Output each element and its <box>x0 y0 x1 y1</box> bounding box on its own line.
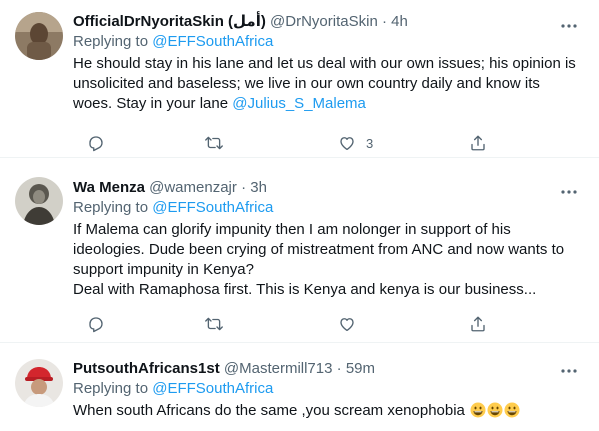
replying-mention-link[interactable]: @EFFSouthAfrica <box>152 380 273 397</box>
more-icon[interactable] <box>559 16 579 36</box>
retweet-icon[interactable] <box>204 315 224 335</box>
reply-icon[interactable] <box>87 315 105 335</box>
replying-to: Replying to @EFFSouthAfrica <box>73 379 585 399</box>
tweet-text-line: unsolicited and baseless; we live in our… <box>73 75 540 92</box>
tweet-text-line: support impunity in Kenya? <box>73 261 254 278</box>
share-icon[interactable] <box>469 315 487 335</box>
replying-label: Replying to <box>73 380 149 397</box>
replying-label: Replying to <box>73 33 149 50</box>
tweet-actions: 3 <box>73 134 533 154</box>
grinning-face-emoji-icon <box>487 402 503 418</box>
replying-to: Replying to @EFFSouthAfrica <box>73 198 585 218</box>
avatar[interactable] <box>15 177 63 225</box>
tweet-text-line: When south Africans do the same ,you scr… <box>73 402 465 419</box>
separator: · <box>241 179 247 196</box>
retweet-icon[interactable] <box>204 134 224 154</box>
more-icon[interactable] <box>559 182 579 202</box>
more-icon[interactable] <box>559 361 579 381</box>
replying-mention-link[interactable]: @EFFSouthAfrica <box>152 199 273 216</box>
grinning-face-emoji-icon <box>470 402 486 418</box>
tweet-text-line: ideologies. Dude been crying of mistreat… <box>73 241 565 258</box>
tweet-text-line: woes. Stay in your lane @Julius_S_Malema <box>73 94 585 114</box>
tweet-text: If Malema can glorify impunity then I am… <box>73 220 585 300</box>
like-count: 3 <box>366 136 374 151</box>
tweet-actions <box>73 315 533 335</box>
timestamp[interactable]: 4h <box>391 13 408 30</box>
tweet-text-fragment: woes. Stay in your lane <box>73 95 233 112</box>
tweet-text: He should stay in his lane and let us de… <box>73 54 585 114</box>
reply-feed: OfficialDrNyoritaSkin (أمل) @DrNyoritaSk… <box>0 0 599 431</box>
replying-label: Replying to <box>73 199 149 216</box>
tweet[interactable]: Wa Menza @wamenzajr · 3h Replying to @EF… <box>0 165 599 343</box>
separator: · <box>381 13 387 30</box>
tweet-text-line: Deal with Ramaphosa first. This is Kenya… <box>73 281 537 298</box>
tweet-text-line: If Malema can glorify impunity then I am… <box>73 221 511 238</box>
grinning-face-emoji-icon <box>504 402 520 418</box>
like-icon[interactable] <box>338 315 356 335</box>
tweet[interactable]: OfficialDrNyoritaSkin (أمل) @DrNyoritaSk… <box>0 0 599 158</box>
display-name[interactable]: OfficialDrNyoritaSkin (أمل) <box>73 13 266 30</box>
mention-link[interactable]: @Julius_S_Malema <box>232 95 366 112</box>
timestamp[interactable]: 59m <box>346 360 375 377</box>
like-button[interactable]: 3 <box>338 134 398 154</box>
display-name[interactable]: Wa Menza <box>73 179 145 196</box>
avatar[interactable] <box>15 12 63 60</box>
like-icon <box>340 137 354 151</box>
replying-to: Replying to @EFFSouthAfrica <box>73 32 585 52</box>
handle[interactable]: @DrNyoritaSkin <box>270 13 378 30</box>
tweet[interactable]: PutsouthAfricans1st @Mastermill713 · 59m… <box>0 343 599 431</box>
display-name[interactable]: PutsouthAfricans1st <box>73 360 220 377</box>
share-icon[interactable] <box>469 134 487 154</box>
handle[interactable]: @wamenzajr <box>149 179 237 196</box>
tweet-text: When south Africans do the same ,you scr… <box>73 401 585 421</box>
handle[interactable]: @Mastermill713 <box>224 360 333 377</box>
timestamp[interactable]: 3h <box>250 179 267 196</box>
tweet-text-line: He should stay in his lane and let us de… <box>73 55 576 72</box>
reply-icon[interactable] <box>87 134 105 154</box>
separator: · <box>336 360 342 377</box>
replying-mention-link[interactable]: @EFFSouthAfrica <box>152 33 273 50</box>
avatar[interactable] <box>15 359 63 407</box>
